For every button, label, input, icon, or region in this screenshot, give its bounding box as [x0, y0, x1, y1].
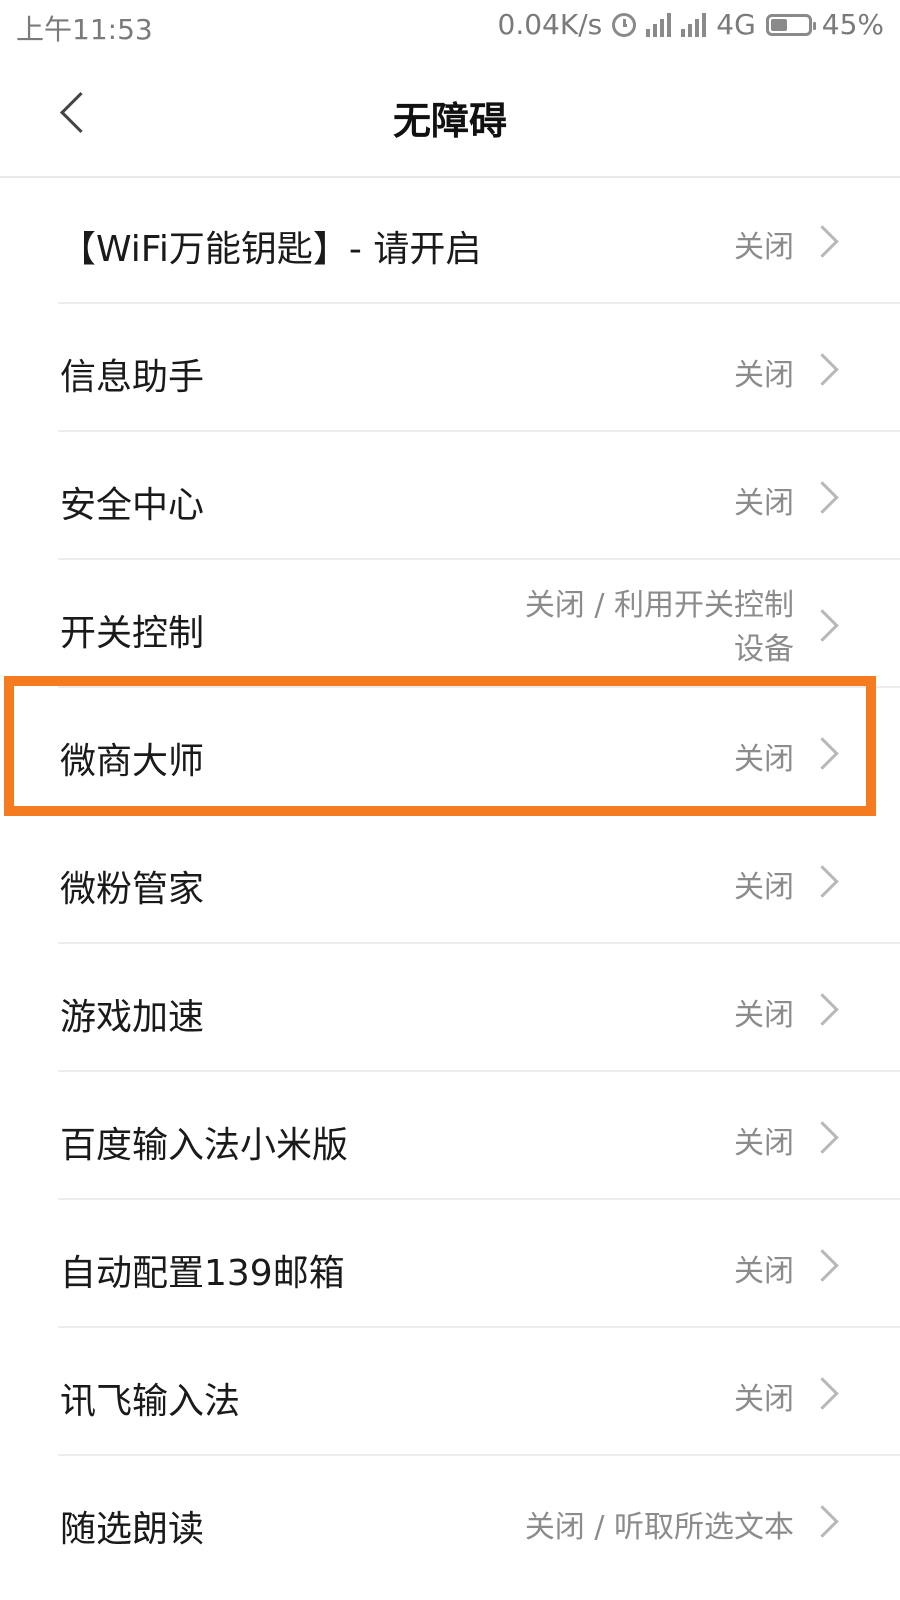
list-item-value: 关闭: [734, 998, 794, 1033]
battery-icon: [765, 13, 816, 36]
list-item[interactable]: 开关控制 关闭 / 利用开关控制设备: [0, 560, 900, 688]
screen: 上午11:53 0.04K/s 4G 45% 无障碍 【WiFi万能钥匙】- 请…: [0, 0, 900, 1600]
list-item-label: 讯飞输入法: [60, 1381, 241, 1422]
list-item-value: 关闭: [734, 230, 794, 265]
chevron-right-icon: [806, 1377, 839, 1410]
list-item[interactable]: 微商大师 关闭: [0, 688, 900, 816]
chevron-right-icon: [806, 1121, 839, 1154]
network-speed: 0.04K/s: [497, 8, 603, 41]
list-item-label: 自动配置139邮箱: [60, 1253, 345, 1294]
list-item[interactable]: 游戏加速 关闭: [0, 944, 900, 1072]
list-item-value: 关闭: [734, 742, 794, 777]
status-time: 上午11:53: [16, 13, 153, 46]
list-item-value: 关闭: [734, 1382, 794, 1417]
list-item-value: 关闭 / 利用开关控制设备: [524, 588, 794, 667]
list-item-label: 随选朗读: [60, 1509, 205, 1550]
status-bar: 上午11:53 0.04K/s 4G 45%: [0, 0, 900, 52]
list-item-label: 开关控制: [60, 613, 205, 654]
alarm-clock-icon: [612, 12, 637, 37]
chevron-right-icon: [806, 1249, 839, 1282]
chevron-right-icon: [806, 865, 839, 898]
page-title: 无障碍: [392, 99, 507, 143]
list-item-label: 游戏加速: [60, 997, 205, 1038]
list-item[interactable]: 百度输入法小米版 关闭: [0, 1072, 900, 1200]
list-item-value: 关闭 / 听取所选文本: [524, 1510, 794, 1545]
list-item-label: 【WiFi万能钥匙】- 请开启: [60, 229, 482, 270]
list-item[interactable]: 随选朗读 关闭 / 听取所选文本: [0, 1456, 900, 1584]
signal-hd-icon: [681, 12, 707, 37]
status-right: 0.04K/s 4G 45%: [498, 8, 884, 41]
list-item-label: 微粉管家: [60, 869, 205, 910]
list-item[interactable]: 微粉管家 关闭: [0, 816, 900, 944]
list-item-value: 关闭: [734, 358, 794, 393]
list-item-label: 百度输入法小米版: [60, 1125, 349, 1166]
signal-icon: [646, 12, 672, 37]
chevron-right-icon: [806, 225, 839, 258]
settings-list: 【WiFi万能钥匙】- 请开启 关闭 信息助手 关闭 安全中心 关闭 开关控制 …: [0, 176, 900, 1584]
list-item-value: 关闭: [734, 1126, 794, 1161]
list-item[interactable]: 【WiFi万能钥匙】- 请开启 关闭: [0, 176, 900, 304]
chevron-right-icon: [806, 737, 839, 770]
list-item-label: 信息助手: [60, 357, 205, 398]
list-item-value: 关闭: [734, 1254, 794, 1289]
battery-fill: [770, 18, 787, 31]
chevron-right-icon: [806, 481, 839, 514]
chevron-right-icon: [806, 353, 839, 386]
chevron-right-icon: [806, 1505, 839, 1538]
chevron-right-icon: [806, 993, 839, 1026]
chevron-right-icon: [806, 609, 839, 642]
network-type: 4G: [716, 8, 756, 41]
list-item-value: 关闭: [734, 870, 794, 905]
list-item-label: 安全中心: [60, 485, 205, 526]
list-item[interactable]: 自动配置139邮箱 关闭: [0, 1200, 900, 1328]
battery-percent: 45%: [821, 8, 884, 41]
list-item[interactable]: 讯飞输入法 关闭: [0, 1328, 900, 1456]
list-item[interactable]: 信息助手 关闭: [0, 304, 900, 432]
list-item[interactable]: 安全中心 关闭: [0, 432, 900, 560]
list-item-value: 关闭: [734, 486, 794, 521]
header: 无障碍: [0, 52, 900, 178]
list-item-label: 微商大师: [60, 741, 205, 782]
